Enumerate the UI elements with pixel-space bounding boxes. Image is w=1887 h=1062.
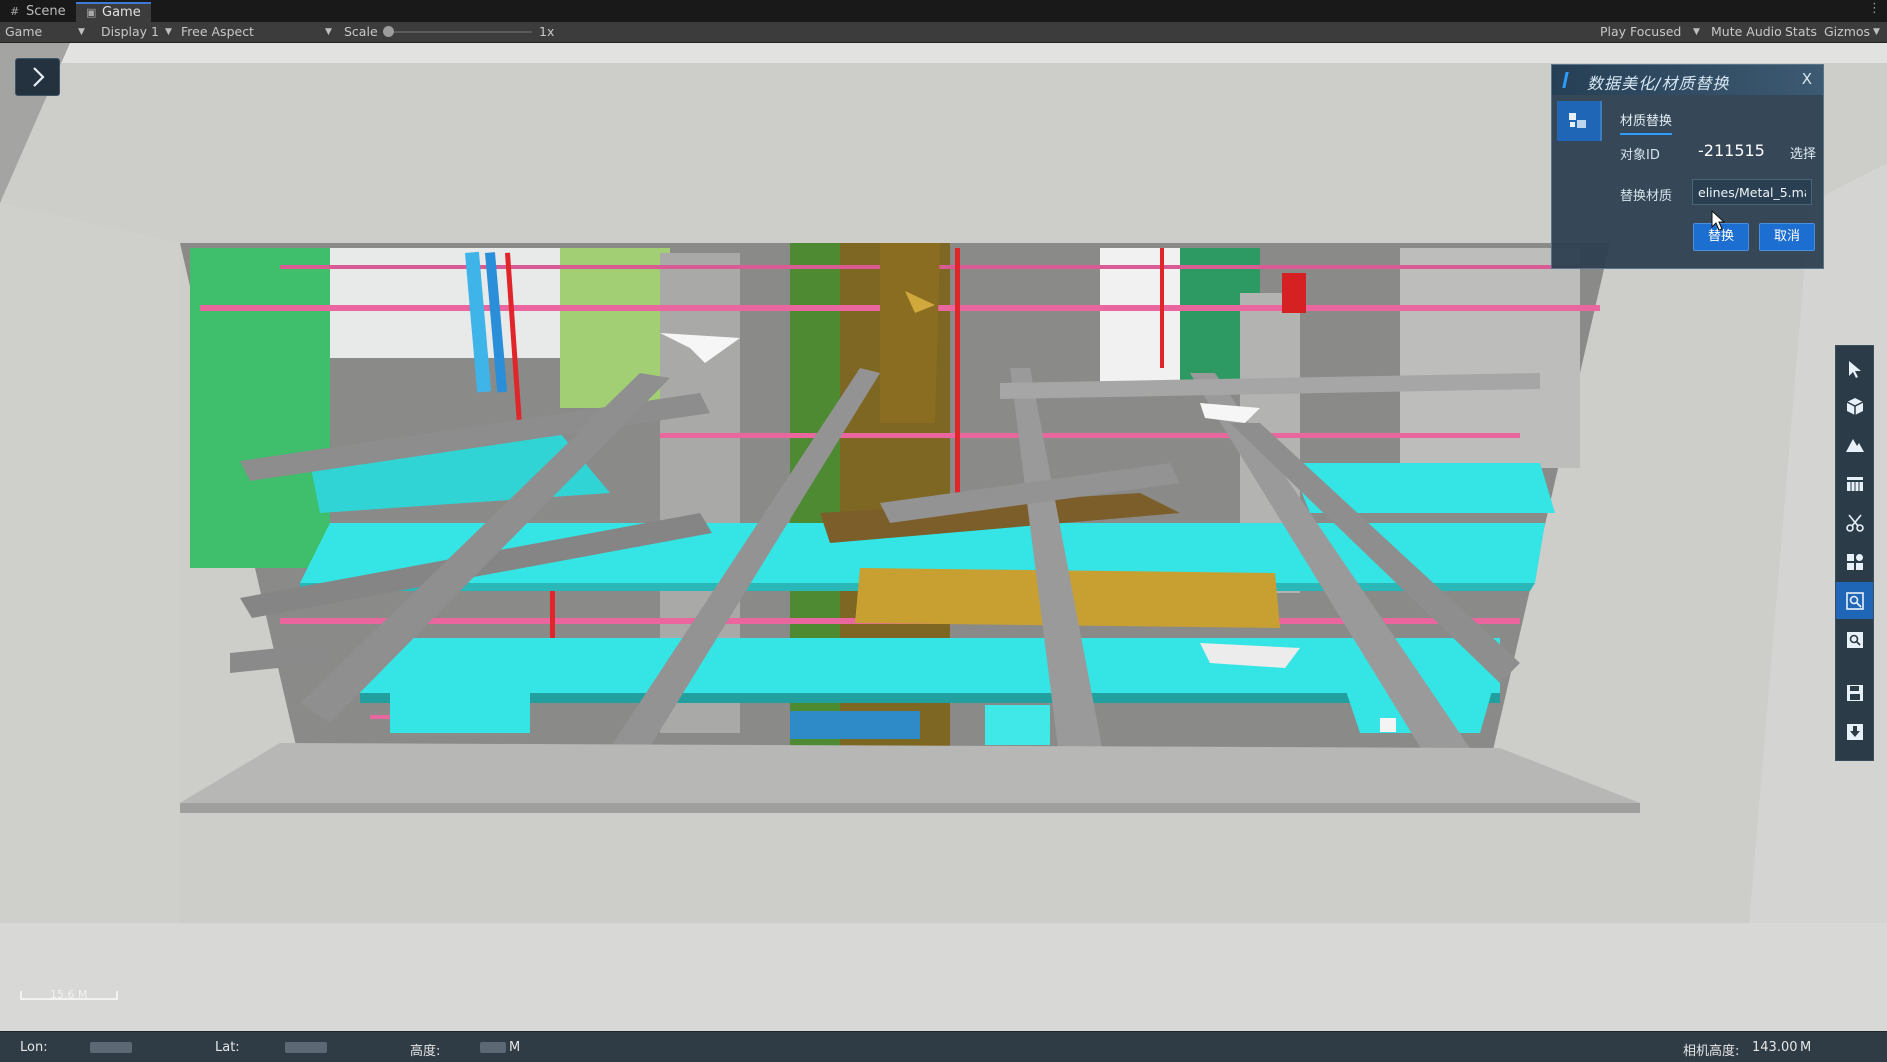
- tool-palette: [1835, 345, 1874, 761]
- cancel-button[interactable]: 取消: [1759, 223, 1815, 251]
- scene-grid-icon: #: [10, 5, 20, 18]
- display-chevron-icon: ▼: [165, 27, 172, 37]
- tab-material-replace[interactable]: 材质替换: [1620, 110, 1673, 135]
- scale-slider-handle[interactable]: [383, 26, 394, 37]
- aspect-chevron-icon: ▼: [325, 27, 332, 37]
- play-mode-chevron-icon: ▼: [1693, 27, 1700, 37]
- scale-slider-track[interactable]: [386, 31, 532, 33]
- game-toolbar: Game ▼ Display 1 ▼ Free Aspect ▼ Scale 1…: [0, 22, 1887, 43]
- material-label: 替换材质: [1620, 189, 1673, 204]
- layers-icon[interactable]: [1836, 465, 1873, 502]
- tab-game-label: Game: [102, 5, 141, 20]
- tab-scene-label: Scene: [26, 4, 66, 19]
- scale-value: 1x: [539, 24, 555, 39]
- select-arrow-icon[interactable]: [1836, 350, 1873, 387]
- view-mode-dropdown[interactable]: Game: [5, 22, 42, 42]
- longitude-value-redacted: [90, 1042, 132, 1053]
- search-settings-icon[interactable]: [1836, 582, 1873, 619]
- height-unit: M: [509, 1040, 521, 1055]
- gamepad-icon: ▣: [86, 6, 97, 19]
- display-dropdown[interactable]: Display 1: [101, 22, 159, 42]
- gizmos-chevron-icon: ▼: [1873, 27, 1880, 37]
- cube-model-icon[interactable]: [1836, 387, 1873, 424]
- camera-height-label: 相机高度:: [1683, 1044, 1740, 1059]
- dialog-close-button[interactable]: X: [1802, 70, 1812, 88]
- object-id-value: -211515: [1698, 141, 1765, 160]
- terrain-icon[interactable]: [1836, 426, 1873, 463]
- mute-audio-toggle[interactable]: Mute Audio: [1711, 22, 1782, 42]
- material-replace-dialog: 数据美化/材质替换 X 材质替换 对象ID -211515 选择 替换材质 替换…: [1551, 64, 1824, 269]
- map-scale-label: 15.6 M: [50, 988, 88, 1001]
- tab-scene[interactable]: # Scene: [0, 2, 76, 22]
- gizmos-toggle[interactable]: Gizmos: [1824, 22, 1870, 42]
- latitude-label: Lat:: [215, 1040, 240, 1055]
- height-value-redacted: [480, 1042, 506, 1053]
- dialog-header-accent: [1562, 72, 1569, 88]
- save-icon[interactable]: [1836, 674, 1873, 711]
- scale-label: Scale: [344, 24, 378, 39]
- longitude-label: Lon:: [20, 1040, 48, 1055]
- material-path-input[interactable]: [1692, 179, 1812, 205]
- stats-toggle[interactable]: Stats: [1785, 22, 1817, 42]
- export-icon[interactable]: [1836, 713, 1873, 750]
- camera-height-unit: M: [1800, 1040, 1812, 1055]
- dialog-header: 数据美化/材质替换 X: [1552, 65, 1823, 95]
- panel-expand-button[interactable]: [15, 58, 60, 96]
- height-label: 高度:: [410, 1044, 441, 1059]
- search-zoom-icon[interactable]: [1836, 621, 1873, 658]
- mouse-cursor-icon: [1711, 210, 1726, 231]
- editor-tab-bar: # Scene ▣ Game ⋮: [0, 0, 1887, 23]
- camera-height-value: 143.00: [1752, 1040, 1798, 1055]
- tab-game[interactable]: ▣ Game: [76, 2, 151, 22]
- scissors-clip-icon[interactable]: [1836, 504, 1873, 541]
- play-mode-dropdown[interactable]: Play Focused: [1600, 22, 1681, 42]
- game-viewport[interactable]: 数据美化/材质替换 X 材质替换 对象ID -211515 选择 替换材质 替换…: [0, 43, 1887, 1031]
- latitude-value-redacted: [285, 1042, 327, 1053]
- aspect-dropdown[interactable]: Free Aspect: [181, 22, 254, 42]
- tab-menu-icon[interactable]: ⋮: [1868, 1, 1881, 16]
- select-object-button[interactable]: 选择: [1790, 143, 1816, 162]
- dialog-title: 数据美化/材质替换: [1587, 74, 1730, 93]
- chevron-right-icon: [33, 67, 45, 87]
- view-mode-chevron-icon: ▼: [78, 27, 85, 37]
- status-bar: Lon: Lat: 高度: M 相机高度: 143.00 M: [0, 1031, 1887, 1062]
- components-icon[interactable]: [1836, 543, 1873, 580]
- object-id-label: 对象ID: [1620, 148, 1660, 163]
- material-replace-icon[interactable]: [1557, 101, 1602, 141]
